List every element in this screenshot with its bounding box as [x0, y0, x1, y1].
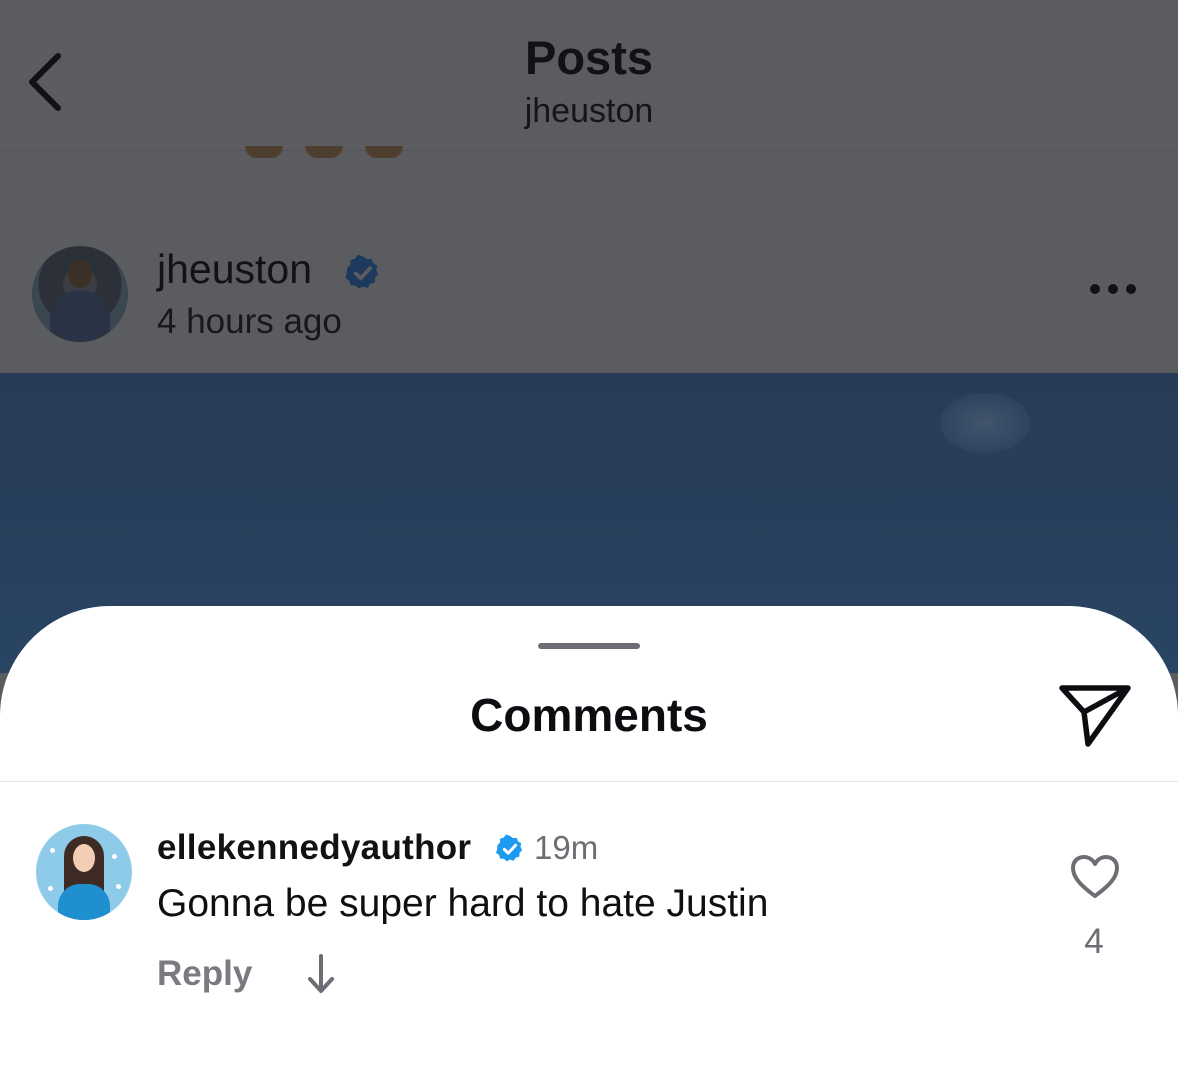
like-count: 4 — [1084, 922, 1104, 961]
sheet-grabber-handle[interactable] — [538, 643, 640, 649]
page-title: Posts — [525, 31, 653, 84]
post-timestamp: 4 hours ago — [157, 302, 342, 341]
comment-timestamp: 19m — [534, 829, 599, 866]
page-subtitle: jheuston — [524, 92, 654, 130]
share-send-icon[interactable] — [1058, 682, 1132, 748]
verified-badge-icon — [496, 834, 523, 862]
reply-button[interactable]: Reply — [157, 954, 252, 994]
arrow-down-icon[interactable] — [305, 952, 337, 996]
post-author-username[interactable]: jheuston — [157, 246, 312, 293]
post-author-row: jheuston 4 hours ago — [0, 240, 1178, 350]
posts-header: Posts jheuston — [0, 0, 1178, 151]
comments-sheet: Comments ellekennedyauthor 19m Gonna be … — [0, 606, 1178, 1066]
comment-text: Gonna be super hard to hate Justin — [157, 882, 769, 925]
post-author-avatar[interactable] — [32, 246, 128, 342]
verified-badge-icon — [345, 254, 379, 289]
commenter-username[interactable]: ellekennedyauthor — [157, 828, 471, 868]
comment-item: ellekennedyauthor 19m Gonna be super har… — [0, 782, 1178, 1032]
comments-title: Comments — [470, 689, 708, 741]
more-options-icon[interactable] — [1088, 282, 1138, 296]
heart-icon[interactable] — [1070, 854, 1120, 900]
commenter-avatar[interactable] — [36, 824, 132, 920]
caption-emoji-fragment — [235, 146, 415, 162]
